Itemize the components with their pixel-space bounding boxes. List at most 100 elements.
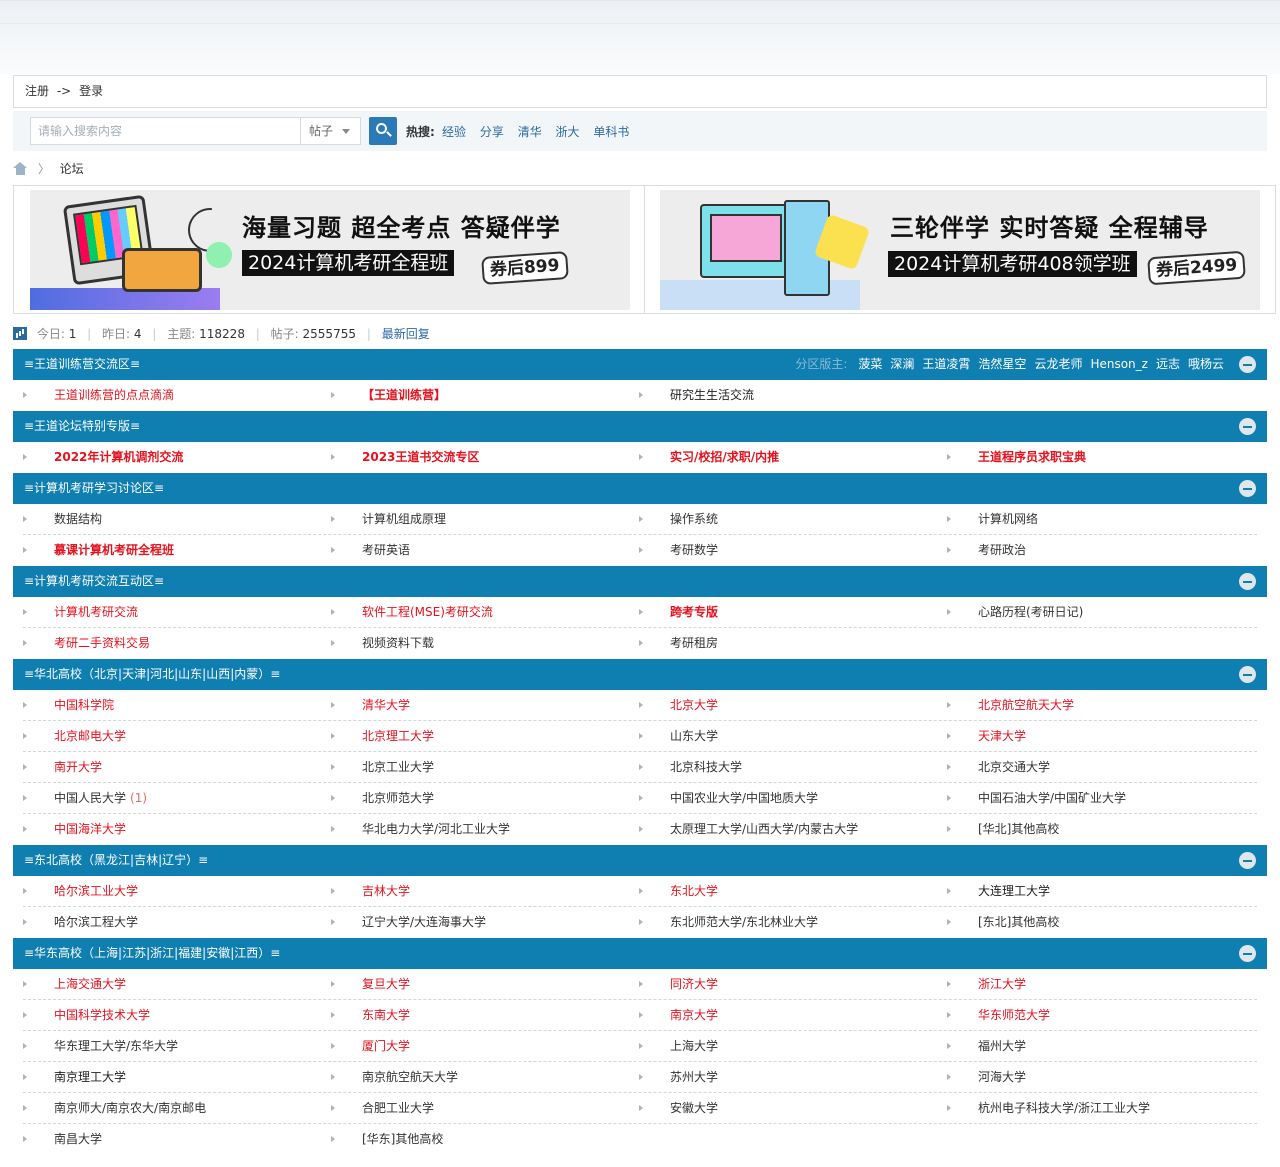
forum-link[interactable]: 2022年计算机调剂交流 bbox=[54, 442, 183, 473]
collapse-icon[interactable] bbox=[1239, 573, 1256, 590]
forum-link[interactable]: 太原理工大学/山西大学/内蒙古大学 bbox=[670, 814, 858, 845]
search-button[interactable] bbox=[369, 117, 397, 145]
forum-name[interactable]: 考研数学 bbox=[670, 543, 718, 557]
forum-item[interactable]: [华北]其他高校 bbox=[947, 814, 1247, 845]
forum-item[interactable]: 吉林大学 bbox=[331, 876, 631, 907]
forum-item[interactable]: 南昌大学 bbox=[23, 1124, 323, 1155]
forum-item[interactable]: 考研政治 bbox=[947, 535, 1247, 566]
forum-name[interactable]: 厦门大学 bbox=[362, 1039, 410, 1053]
forum-link[interactable]: 研究生生活交流 bbox=[670, 380, 754, 411]
forum-link[interactable]: [华东]其他高校 bbox=[362, 1124, 443, 1155]
forum-name[interactable]: 北京大学 bbox=[670, 698, 718, 712]
moderator-link[interactable]: 菠菜 bbox=[858, 357, 882, 371]
forum-link[interactable]: 合肥工业大学 bbox=[362, 1093, 434, 1124]
forum-link[interactable]: 考研数学 bbox=[670, 535, 718, 566]
forum-item[interactable]: 计算机组成原理 bbox=[331, 504, 631, 535]
forum-item[interactable]: 中国海洋大学 bbox=[23, 814, 323, 845]
forum-item[interactable]: 同济大学 bbox=[639, 969, 939, 1000]
forum-item[interactable]: 视频资料下载 bbox=[331, 628, 631, 659]
forum-name[interactable]: 心路历程(考研日记) bbox=[978, 605, 1083, 619]
forum-item[interactable]: 山东大学 bbox=[639, 721, 939, 752]
forum-item[interactable]: 北京邮电大学 bbox=[23, 721, 323, 752]
forum-name[interactable]: 中国农业大学/中国地质大学 bbox=[670, 791, 818, 805]
forum-item[interactable]: 中国科学技术大学 bbox=[23, 1000, 323, 1031]
forum-item[interactable]: 哈尔滨工业大学 bbox=[23, 876, 323, 907]
forum-item[interactable]: 王道训练营的点点滴滴 bbox=[23, 380, 323, 411]
forum-name[interactable]: 视频资料下载 bbox=[362, 636, 434, 650]
forum-link[interactable]: 计算机组成原理 bbox=[362, 504, 446, 535]
forum-item[interactable]: 安徽大学 bbox=[639, 1093, 939, 1124]
forum-name[interactable]: 考研英语 bbox=[362, 543, 410, 557]
forum-link[interactable]: 中国科学院 bbox=[54, 690, 114, 721]
forum-name[interactable]: 中国科学技术大学 bbox=[54, 1008, 150, 1022]
category-header[interactable]: ≡王道训练营交流区≡ 分区版主: 菠菜 深澜 王道凌霄 浩然星空 云龙老师 Henson_z 远… bbox=[13, 349, 1267, 380]
forum-item[interactable]: 操作系统 bbox=[639, 504, 939, 535]
forum-link[interactable]: 北京交通大学 bbox=[978, 752, 1050, 783]
forum-name[interactable]: 河海大学 bbox=[978, 1070, 1026, 1084]
forum-name[interactable]: 南京航空航天大学 bbox=[362, 1070, 458, 1084]
forum-name[interactable]: 2023王道书交流专区 bbox=[362, 450, 479, 464]
forum-item[interactable]: 厦门大学 bbox=[331, 1031, 631, 1062]
forum-link[interactable]: [东北]其他高校 bbox=[978, 907, 1059, 938]
hot-search-link[interactable]: 经验 bbox=[442, 125, 466, 139]
forum-link[interactable]: 哈尔滨工业大学 bbox=[54, 876, 138, 907]
forum-item[interactable]: 北京大学 bbox=[639, 690, 939, 721]
forum-item[interactable]: 北京师范大学 bbox=[331, 783, 631, 814]
forum-link[interactable]: 南京理工大学 bbox=[54, 1062, 126, 1093]
forum-item[interactable]: 东北大学 bbox=[639, 876, 939, 907]
forum-item[interactable]: 中国农业大学/中国地质大学 bbox=[639, 783, 939, 814]
forum-name[interactable]: 太原理工大学/山西大学/内蒙古大学 bbox=[670, 822, 858, 836]
search-type-select[interactable]: 帖子 bbox=[300, 117, 361, 145]
forum-link[interactable]: 辽宁大学/大连海事大学 bbox=[362, 907, 486, 938]
forum-item[interactable]: 研究生生活交流 bbox=[639, 380, 939, 411]
forum-link[interactable]: 中国科学技术大学 bbox=[54, 1000, 150, 1031]
category-header[interactable]: ≡王道论坛特别专版≡ bbox=[13, 411, 1267, 442]
forum-name[interactable]: 慕课计算机考研全程班 bbox=[54, 543, 174, 557]
category-header[interactable]: ≡东北高校（黑龙江|吉林|辽宁）≡ bbox=[13, 845, 1267, 876]
forum-name[interactable]: 考研政治 bbox=[978, 543, 1026, 557]
forum-name[interactable]: 软件工程(MSE)考研交流 bbox=[362, 605, 493, 619]
forum-link[interactable]: 王道训练营的点点滴滴 bbox=[54, 380, 174, 411]
forum-name[interactable]: 王道训练营的点点滴滴 bbox=[54, 388, 174, 402]
forum-link[interactable]: 北京科技大学 bbox=[670, 752, 742, 783]
forum-name[interactable]: 考研租房 bbox=[670, 636, 718, 650]
forum-name[interactable]: 计算机网络 bbox=[978, 512, 1038, 526]
forum-link[interactable]: 中国海洋大学 bbox=[54, 814, 126, 845]
category-title[interactable]: ≡王道论坛特别专版≡ bbox=[24, 419, 140, 433]
forum-item[interactable]: 天津大学 bbox=[947, 721, 1247, 752]
forum-link[interactable]: 东北大学 bbox=[670, 876, 718, 907]
forum-link[interactable]: 视频资料下载 bbox=[362, 628, 434, 659]
category-title[interactable]: ≡东北高校（黑龙江|吉林|辽宁）≡ bbox=[24, 853, 208, 867]
forum-name[interactable]: 研究生生活交流 bbox=[670, 388, 754, 402]
forum-item[interactable]: 跨考专版 bbox=[639, 597, 939, 628]
forum-link[interactable]: 北京航空航天大学 bbox=[978, 690, 1074, 721]
forum-item[interactable]: 考研英语 bbox=[331, 535, 631, 566]
forum-item[interactable]: 慕课计算机考研全程班 bbox=[23, 535, 323, 566]
forum-link[interactable]: 南昌大学 bbox=[54, 1124, 102, 1155]
forum-item[interactable]: 中国科学院 bbox=[23, 690, 323, 721]
forum-item[interactable]: 南开大学 bbox=[23, 752, 323, 783]
forum-item[interactable]: 福州大学 bbox=[947, 1031, 1247, 1062]
forum-link[interactable]: 数据结构 bbox=[54, 504, 102, 535]
forum-item[interactable]: 北京科技大学 bbox=[639, 752, 939, 783]
forum-name[interactable]: 东北师范大学/东北林业大学 bbox=[670, 915, 818, 929]
forum-link[interactable]: 心路历程(考研日记) bbox=[978, 597, 1083, 628]
search-input[interactable]: 请输入搜索内容 bbox=[30, 117, 315, 145]
forum-name[interactable]: 南开大学 bbox=[54, 760, 102, 774]
forum-name[interactable]: 福州大学 bbox=[978, 1039, 1026, 1053]
forum-item[interactable]: 太原理工大学/山西大学/内蒙古大学 bbox=[639, 814, 939, 845]
moderator-link[interactable]: 云龙老师 bbox=[1034, 357, 1082, 371]
forum-item[interactable]: 南京大学 bbox=[639, 1000, 939, 1031]
moderator-link[interactable]: 哦杨云 bbox=[1188, 357, 1224, 371]
forum-name[interactable]: 【王道训练营】 bbox=[362, 388, 446, 402]
hot-search-link[interactable]: 浙大 bbox=[556, 125, 580, 139]
forum-item[interactable]: 东南大学 bbox=[331, 1000, 631, 1031]
forum-name[interactable]: [华北]其他高校 bbox=[978, 822, 1059, 836]
forum-item[interactable]: 中国石油大学/中国矿业大学 bbox=[947, 783, 1247, 814]
forum-link[interactable]: 软件工程(MSE)考研交流 bbox=[362, 597, 493, 628]
forum-item[interactable]: 上海大学 bbox=[639, 1031, 939, 1062]
collapse-icon[interactable] bbox=[1239, 945, 1256, 962]
forum-item[interactable]: 南京理工大学 bbox=[23, 1062, 323, 1093]
forum-name[interactable]: 安徽大学 bbox=[670, 1101, 718, 1115]
forum-link[interactable]: 山东大学 bbox=[670, 721, 718, 752]
